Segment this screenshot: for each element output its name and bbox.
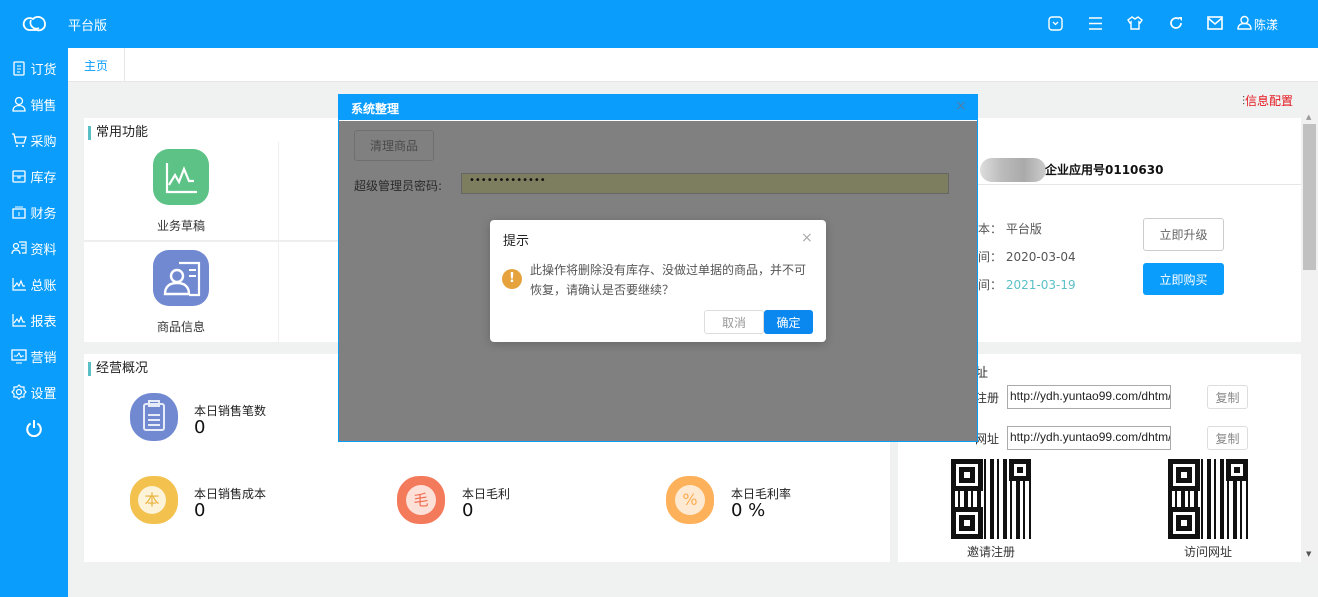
line-chart-icon	[12, 278, 27, 291]
info-config-link[interactable]: ⫶信息配置	[1242, 92, 1293, 109]
func-label: 业务草稿	[156, 219, 205, 233]
sidebar-item-9[interactable]: 设置	[0, 374, 68, 410]
gear-icon	[11, 384, 28, 400]
sidebar-item-label: 订货	[30, 62, 57, 78]
panel-title: 经营概况	[88, 362, 148, 376]
copy-invite-button[interactable]: 复制	[1207, 385, 1248, 409]
close-icon[interactable]: ×	[801, 230, 813, 246]
sidebar-item-7[interactable]: 报表	[0, 302, 68, 338]
contact-card-icon	[153, 250, 209, 306]
sidebar-item-8[interactable]: 营销	[0, 338, 68, 374]
confirm-title: 提示	[503, 234, 530, 249]
user-icon[interactable]	[1237, 15, 1252, 30]
sidebar-item-label: 总账	[30, 278, 57, 294]
func-label: 商品信息	[156, 320, 205, 334]
sidebar: 订货销售采购库存财务资料总账报表营销设置	[0, 48, 68, 597]
cancel-button[interactable]: 取消	[704, 310, 764, 334]
clipboard-icon	[130, 393, 178, 441]
sidebar-item-2[interactable]: 采购	[0, 122, 68, 158]
sidebar-item-label: 营销	[30, 350, 57, 366]
invite-qr-code	[951, 459, 1031, 539]
user-icon	[12, 96, 27, 112]
password-label: 超级管理员密码:	[354, 179, 443, 193]
refresh-icon[interactable]	[1168, 15, 1184, 31]
visit-url-input[interactable]: http://ydh.yuntao99.com/dhtm/index	[1007, 426, 1171, 450]
wallet-icon	[12, 206, 27, 219]
menu-icon[interactable]	[1088, 16, 1103, 31]
power-button[interactable]	[0, 410, 68, 446]
admin-password-input[interactable]: •••••••••••••	[461, 173, 949, 194]
sidebar-item-0[interactable]: 订货	[0, 50, 68, 86]
visit-label: 网址	[975, 432, 1000, 446]
clipboard-icon	[13, 61, 26, 76]
mail-icon[interactable]	[1207, 16, 1223, 30]
box-icon	[12, 170, 27, 183]
sidebar-item-label: 报表	[30, 314, 57, 330]
sidebar-item-1[interactable]: 销售	[0, 86, 68, 122]
upgrade-button[interactable]: 立即升级	[1143, 218, 1224, 251]
sidebar-item-3[interactable]: 库存	[0, 158, 68, 194]
app-title: 平台版	[68, 19, 108, 34]
scrollbar[interactable]: ▲ ▼	[1302, 110, 1318, 562]
line-chart-icon	[12, 314, 27, 327]
expire-date-row: 间： 2021-03-19	[978, 278, 1076, 292]
cost-coin-icon: 本	[130, 476, 178, 524]
sidebar-item-5[interactable]: 资料	[0, 230, 68, 266]
blurred-company-name	[980, 158, 1046, 182]
tab-home[interactable]: 主页	[68, 48, 125, 82]
clean-products-button[interactable]: 清理商品	[354, 130, 434, 161]
invite-url-input[interactable]: http://ydh.yuntao99.com/dhtm/index	[1007, 385, 1171, 409]
panel-title: 常用功能	[88, 126, 148, 140]
visit-qr-code	[1168, 459, 1248, 539]
sidebar-item-label: 资料	[30, 242, 57, 258]
stat-value: 0	[194, 417, 206, 438]
qr-label: 访问网址	[1183, 545, 1232, 559]
contact-card-icon	[11, 241, 28, 255]
qr-label: 邀请注册	[966, 545, 1015, 559]
info-config-label: 信息配置	[1245, 94, 1294, 108]
sidebar-item-label: 设置	[30, 386, 57, 402]
ok-button[interactable]: 确定	[764, 310, 813, 334]
stat-value: 0 %	[731, 500, 766, 521]
copy-visit-button[interactable]: 复制	[1207, 426, 1248, 450]
sidebar-item-label: 采购	[30, 134, 57, 150]
confirm-message-box: 提示 × ! 此操作将删除没有库存、没做过单据的商品，并不可恢复，请确认是否要继…	[490, 220, 826, 342]
app-number: 企业应用号0110630	[1045, 163, 1164, 177]
cart-icon	[12, 133, 28, 147]
sidebar-item-label: 销售	[30, 98, 57, 114]
dropdown-box-icon[interactable]	[1048, 16, 1063, 31]
open-date-row: 间： 2020-03-04	[978, 250, 1076, 264]
buy-button[interactable]: 立即购买	[1143, 263, 1224, 295]
cloud-logo-icon	[22, 16, 46, 32]
invite-label: 注册	[975, 391, 1000, 405]
sidebar-item-label: 财务	[30, 206, 57, 222]
scrollbar-thumb[interactable]	[1303, 124, 1316, 270]
confirm-message: 此操作将删除没有库存、没做过单据的商品，并不可恢复，请确认是否要继续？	[530, 263, 807, 297]
sidebar-item-6[interactable]: 总账	[0, 266, 68, 302]
stat-value: 0	[462, 500, 474, 521]
top-bar: 平台版 陈漾	[0, 0, 1318, 48]
percent-coin-icon: %	[666, 476, 714, 524]
close-icon[interactable]: ×	[955, 98, 967, 114]
skin-shirt-icon[interactable]	[1127, 15, 1143, 31]
power-icon	[26, 420, 42, 437]
warning-icon: !	[502, 269, 522, 289]
line-chart-icon	[153, 149, 209, 205]
version-row: 本： 平台版	[978, 222, 1042, 236]
profit-coin-icon: 毛	[397, 476, 445, 524]
tab-bar: 主页	[68, 48, 1318, 82]
dialog-title: 系统整理	[339, 95, 977, 121]
sidebar-item-label: 库存	[30, 170, 57, 186]
stat-value: 0	[194, 500, 206, 521]
monitor-icon	[11, 349, 28, 364]
sidebar-item-4[interactable]: 财务	[0, 194, 68, 230]
user-name[interactable]: 陈漾	[1254, 16, 1278, 33]
